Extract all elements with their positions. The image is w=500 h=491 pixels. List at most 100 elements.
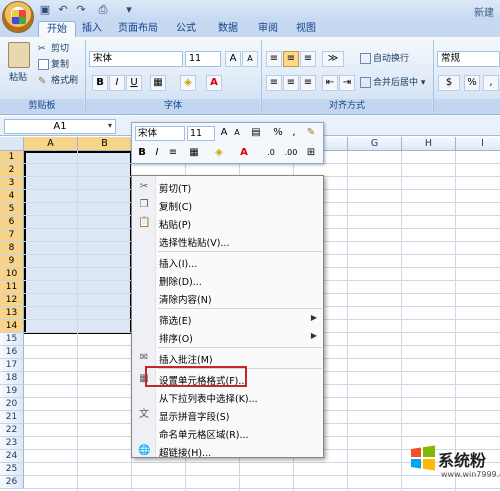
column-header-a[interactable]: A [24, 137, 78, 151]
tab-formulas[interactable]: 公式 [170, 21, 202, 37]
row-header-8[interactable]: 8 [0, 242, 24, 255]
align-center-button[interactable]: ≡ [283, 75, 299, 91]
select-all-corner[interactable] [0, 137, 24, 151]
number-format-select[interactable]: 常规 [437, 51, 500, 67]
underline-button[interactable]: U [126, 75, 142, 91]
row-header-11[interactable]: 11 [0, 281, 24, 294]
row-header-23[interactable]: 23 [0, 437, 24, 450]
italic-button[interactable]: I [109, 75, 125, 91]
bold-button[interactable]: B [92, 75, 108, 91]
mini-fill-color-button[interactable]: ◈ [208, 146, 230, 161]
row-header-25[interactable]: 25 [0, 463, 24, 476]
context-menu-item[interactable]: 清除内容(N) [132, 289, 323, 307]
paste-button[interactable]: 粘贴 [9, 72, 27, 85]
decrease-indent-button[interactable]: ⇤ [322, 75, 338, 91]
row-header-18[interactable]: 18 [0, 372, 24, 385]
context-menu-item[interactable]: ✂ 剪切(T) [132, 178, 323, 196]
mini-decrease-decimal-button[interactable]: .00 [282, 146, 300, 161]
redo-icon[interactable]: ↷ [74, 3, 88, 17]
column-header-h[interactable]: H [402, 137, 456, 151]
cut-button[interactable]: ✂ 剪切 [38, 43, 69, 56]
row-header-26[interactable]: 26 [0, 476, 24, 489]
mini-font-select[interactable]: 宋体 [135, 126, 185, 141]
row-header-13[interactable]: 13 [0, 307, 24, 320]
align-top-button[interactable]: ≡ [266, 51, 282, 67]
row-header-15[interactable]: 15 [0, 333, 24, 346]
row-header-20[interactable]: 20 [0, 398, 24, 411]
increase-indent-button[interactable]: ⇥ [339, 75, 355, 91]
context-menu-item[interactable]: 🌐 超链接(H)... [132, 442, 323, 460]
copy-button[interactable]: 复制 [38, 59, 69, 72]
mini-format-painter-icon[interactable]: ✎ [304, 126, 318, 141]
context-menu-item[interactable]: 插入(I)... [132, 253, 323, 271]
align-left-button[interactable]: ≡ [266, 75, 282, 91]
mini-percent-button[interactable]: % [272, 126, 284, 141]
context-menu-item[interactable]: 文显示拼音字段(S) [132, 406, 323, 424]
save-icon[interactable]: ▣ [38, 3, 52, 17]
row-header-7[interactable]: 7 [0, 229, 24, 242]
format-painter-button[interactable]: ✎ 格式刷 [38, 75, 78, 88]
mini-grow-font-button[interactable]: A [218, 126, 230, 141]
row-header-19[interactable]: 19 [0, 385, 24, 398]
tab-page-layout[interactable]: 页面布局 [112, 21, 164, 37]
row-header-12[interactable]: 12 [0, 294, 24, 307]
undo-icon[interactable]: ↶ [56, 3, 70, 17]
border-button[interactable]: ▦ [150, 75, 166, 91]
align-bottom-button[interactable]: ≡ [300, 51, 316, 67]
row-header-16[interactable]: 16 [0, 346, 24, 359]
row-header-2[interactable]: 2 [0, 164, 24, 177]
paste-icon[interactable] [8, 42, 30, 68]
row-header-21[interactable]: 21 [0, 411, 24, 424]
print-preview-icon[interactable]: ⎙ [96, 3, 110, 17]
mini-shrink-font-button[interactable]: A [231, 126, 243, 141]
context-menu-item[interactable]: 📋 粘贴(P) [132, 214, 323, 232]
context-menu-item[interactable]: 排序(O) ▶ [132, 328, 323, 346]
shrink-font-button[interactable]: A [242, 51, 258, 67]
row-header-6[interactable]: 6 [0, 216, 24, 229]
mini-merge-button[interactable]: ⊞ [304, 146, 318, 161]
fill-color-button[interactable]: ◈ [180, 75, 196, 91]
font-color-button[interactable]: A [206, 75, 222, 91]
align-middle-button[interactable]: ≡ [283, 51, 299, 67]
mini-comma-button[interactable]: , [288, 126, 300, 141]
comma-button[interactable]: , [483, 75, 499, 91]
office-button[interactable] [2, 1, 34, 33]
context-menu-item[interactable]: 从下拉列表中选择(K)... [132, 388, 323, 406]
mini-bold-button[interactable]: B [136, 146, 148, 161]
mini-align-center-button[interactable]: ≡ [166, 146, 180, 161]
customize-qat-icon[interactable]: ▾ [122, 3, 136, 17]
mini-italic-button[interactable]: I [151, 146, 163, 161]
context-menu-item[interactable]: 选择性粘贴(V)... [132, 232, 323, 250]
tab-review[interactable]: 审阅 [252, 21, 284, 37]
currency-button[interactable]: $ [438, 75, 460, 91]
tab-home[interactable]: 开始 [38, 21, 76, 37]
context-menu-item[interactable]: 筛选(E) ▶ [132, 310, 323, 328]
column-header-b[interactable]: B [78, 137, 132, 151]
font-name-select[interactable]: 宋体 [89, 51, 183, 67]
context-menu-item[interactable]: ✉ 插入批注(M) [132, 349, 323, 367]
column-header-g[interactable]: G [348, 137, 402, 151]
context-menu-item[interactable]: ❐ 复制(C) [132, 196, 323, 214]
row-header-5[interactable]: 5 [0, 203, 24, 216]
row-header-14[interactable]: 14 [0, 320, 24, 333]
wrap-text-button[interactable]: 自动换行 [360, 53, 409, 66]
row-header-9[interactable]: 9 [0, 255, 24, 268]
context-menu-item[interactable]: 删除(D)... [132, 271, 323, 289]
row-header-22[interactable]: 22 [0, 424, 24, 437]
row-header-10[interactable]: 10 [0, 268, 24, 281]
mini-number-format-icon[interactable]: ▤ [247, 126, 265, 141]
grow-font-button[interactable]: A [225, 51, 241, 67]
column-header-i[interactable]: I [456, 137, 500, 151]
align-right-button[interactable]: ≡ [300, 75, 316, 91]
tab-data[interactable]: 数据 [212, 21, 244, 37]
percent-button[interactable]: % [464, 75, 480, 91]
mini-increase-decimal-button[interactable]: .0 [262, 146, 280, 161]
row-header-1[interactable]: 1 [0, 151, 24, 164]
context-menu-item[interactable]: 命名单元格区域(R)... [132, 424, 323, 442]
row-header-3[interactable]: 3 [0, 177, 24, 190]
font-size-select[interactable]: 11 [185, 51, 221, 67]
mini-border-button[interactable]: ▦ [184, 146, 204, 161]
row-header-24[interactable]: 24 [0, 450, 24, 463]
mini-font-color-button[interactable]: A [234, 146, 254, 161]
merge-center-button[interactable]: 合并后居中 ▾ [360, 77, 425, 90]
